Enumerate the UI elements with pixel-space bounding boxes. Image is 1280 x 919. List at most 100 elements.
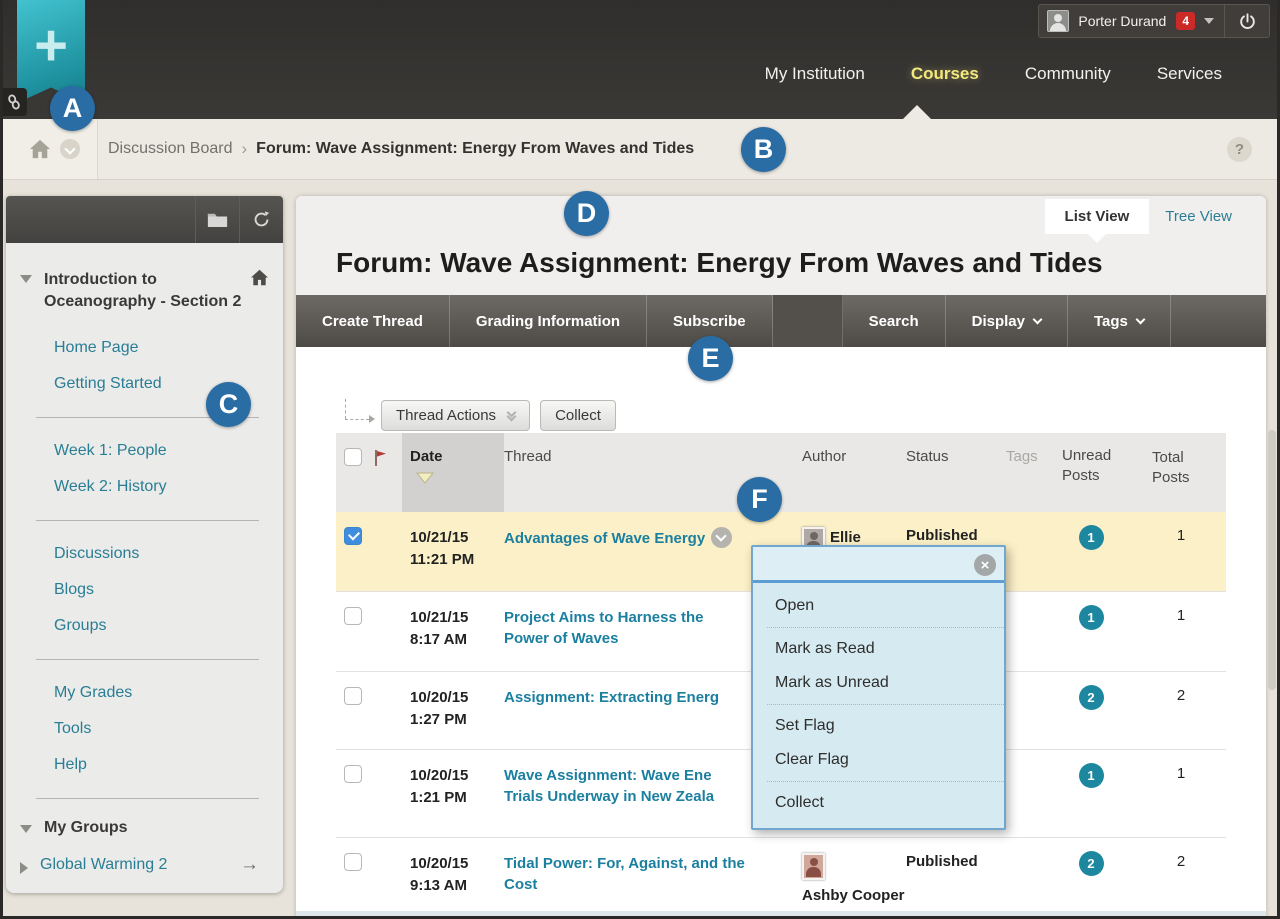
thread-link[interactable]: Tidal Power: For, Against, and theCost: [504, 855, 790, 895]
breadcrumb-bar: Discussion Board › Forum: Wave Assignmen…: [0, 119, 1280, 180]
sidebar-item-tools[interactable]: Tools: [54, 711, 269, 747]
thread-date: 10/20/15: [410, 689, 468, 706]
thread-actions-dropdown[interactable]: Thread Actions: [381, 400, 530, 431]
menu-item-set-flag[interactable]: Set Flag: [753, 709, 1004, 743]
home-icon[interactable]: [29, 139, 51, 159]
unread-posts-badge[interactable]: 1: [1079, 763, 1104, 788]
vertical-scrollbar[interactable]: [1268, 430, 1276, 690]
menu-item-clear-flag[interactable]: Clear Flag: [753, 743, 1004, 777]
row-checkbox[interactable]: [344, 853, 362, 871]
select-all-checkbox[interactable]: [344, 448, 362, 466]
course-title: Introduction to Oceanography - Section 2: [44, 269, 244, 312]
total-posts: 1: [1177, 527, 1185, 544]
refresh-button[interactable]: [239, 196, 283, 243]
tab-community[interactable]: Community: [1025, 64, 1111, 84]
breadcrumb-home-panel: [3, 119, 98, 179]
column-header-total-posts: Total Posts: [1152, 448, 1210, 489]
sidebar-item-global-warming-2[interactable]: Global Warming 2 →: [20, 847, 269, 883]
course-home-icon[interactable]: [250, 269, 269, 286]
expand-caret-icon[interactable]: [20, 862, 28, 874]
collect-button[interactable]: Collect: [540, 400, 616, 431]
thread-date: 10/20/15: [410, 767, 468, 784]
user-menu[interactable]: Porter Durand 4: [1038, 4, 1270, 38]
thread-link[interactable]: Advantages of Wave Energy: [504, 530, 705, 547]
tree-view-tab[interactable]: Tree View: [1149, 199, 1248, 234]
folder-view-button[interactable]: [195, 196, 239, 243]
row-checkbox[interactable]: [344, 527, 362, 545]
thread-options-chevron-button[interactable]: [711, 527, 732, 548]
unread-posts-badge[interactable]: 2: [1079, 685, 1104, 710]
logout-button[interactable]: [1225, 5, 1269, 37]
thread-link[interactable]: Assignment: Extracting Energ: [504, 689, 719, 706]
grading-information-button[interactable]: Grading Information: [450, 295, 647, 347]
display-dropdown[interactable]: Display: [946, 295, 1068, 347]
collapse-caret-icon[interactable]: [20, 275, 32, 283]
unread-posts-badge[interactable]: 1: [1079, 525, 1104, 550]
unread-posts-badge[interactable]: 1: [1079, 605, 1104, 630]
unread-posts-badge[interactable]: 2: [1079, 851, 1104, 876]
row-checkbox[interactable]: [344, 687, 362, 705]
context-menu-header: ×: [753, 547, 1004, 583]
course-title-row: Introduction to Oceanography - Section 2: [20, 269, 269, 312]
sidebar-divider: [36, 798, 259, 799]
annotation-a: A: [50, 86, 95, 131]
menu-item-collect[interactable]: Collect: [753, 786, 1004, 820]
quick-links-button[interactable]: [0, 88, 27, 116]
thread-date: 10/21/15: [410, 609, 468, 626]
action-bar-spacer: [1171, 295, 1266, 347]
thread-status: Published: [906, 527, 978, 544]
author-avatar: [802, 853, 825, 880]
row-checkbox[interactable]: [344, 607, 362, 625]
thread-actions-label: Thread Actions: [396, 407, 496, 424]
flag-icon[interactable]: [374, 449, 388, 467]
tags-label: Tags: [1094, 313, 1128, 330]
bottom-strip: [296, 911, 1266, 919]
thread-time: 1:27 PM: [410, 711, 467, 728]
refresh-icon: [252, 210, 271, 229]
sidebar-item-help[interactable]: Help: [54, 747, 269, 783]
sidebar-item-week-1-people[interactable]: Week 1: People: [54, 433, 269, 469]
column-header-date[interactable]: Date: [410, 448, 443, 465]
menu-item-mark-as-unread[interactable]: Mark as Unread: [753, 666, 1004, 700]
display-label: Display: [972, 313, 1025, 330]
sidebar-item-my-grades[interactable]: My Grades: [54, 675, 269, 711]
sidebar-item-groups[interactable]: Groups: [54, 608, 269, 644]
column-header-thread[interactable]: Thread: [504, 448, 552, 465]
tab-courses[interactable]: Courses: [911, 64, 979, 84]
table-row: 10/20/159:13 AM Tidal Power: For, Agains…: [336, 838, 1226, 916]
menu-item-open[interactable]: Open: [753, 589, 1004, 623]
breadcrumb-expand-button[interactable]: [60, 139, 80, 159]
help-button[interactable]: ?: [1227, 137, 1252, 162]
annotation-c: C: [206, 382, 251, 427]
chevron-down-icon: [1033, 315, 1043, 325]
column-header-author[interactable]: Author: [802, 448, 846, 465]
sidebar-item-blogs[interactable]: Blogs: [54, 572, 269, 608]
column-header-status[interactable]: Status: [906, 448, 949, 465]
blackboard-discussion-board-page: My Institution Courses Community Service…: [0, 0, 1280, 919]
annotation-e: E: [688, 336, 733, 381]
thread-time: 9:13 AM: [410, 877, 467, 894]
tab-my-institution[interactable]: My Institution: [765, 64, 865, 84]
tags-dropdown[interactable]: Tags: [1068, 295, 1171, 347]
sidebar-item-week-2-history[interactable]: Week 2: History: [54, 469, 269, 505]
collapse-caret-icon[interactable]: [20, 825, 32, 833]
open-group-arrow-icon[interactable]: →: [240, 854, 259, 876]
group-link-label[interactable]: Global Warming 2: [40, 847, 240, 883]
row-checkbox[interactable]: [344, 765, 362, 783]
close-icon[interactable]: ×: [974, 554, 996, 576]
list-view-tab[interactable]: List View: [1045, 199, 1150, 234]
list-view-label: List View: [1065, 208, 1130, 225]
thread-link[interactable]: Project Aims to Harness thePower of Wave…: [504, 609, 790, 649]
thread-toolbar: Thread Actions Collect: [381, 400, 616, 431]
total-posts: 2: [1177, 853, 1185, 870]
chevron-down-icon: [1204, 18, 1214, 24]
power-icon: [1238, 12, 1257, 31]
search-button[interactable]: Search: [843, 295, 946, 347]
tab-services[interactable]: Services: [1157, 64, 1222, 84]
create-thread-button[interactable]: Create Thread: [296, 295, 450, 347]
menu-item-mark-as-read[interactable]: Mark as Read: [753, 632, 1004, 666]
sidebar-item-discussions[interactable]: Discussions: [54, 536, 269, 572]
sidebar-item-home-page[interactable]: Home Page: [54, 330, 269, 366]
breadcrumb-discussion-board[interactable]: Discussion Board: [108, 140, 233, 158]
thread-link[interactable]: Wave Assignment: Wave EneTrials Underway…: [504, 767, 790, 807]
